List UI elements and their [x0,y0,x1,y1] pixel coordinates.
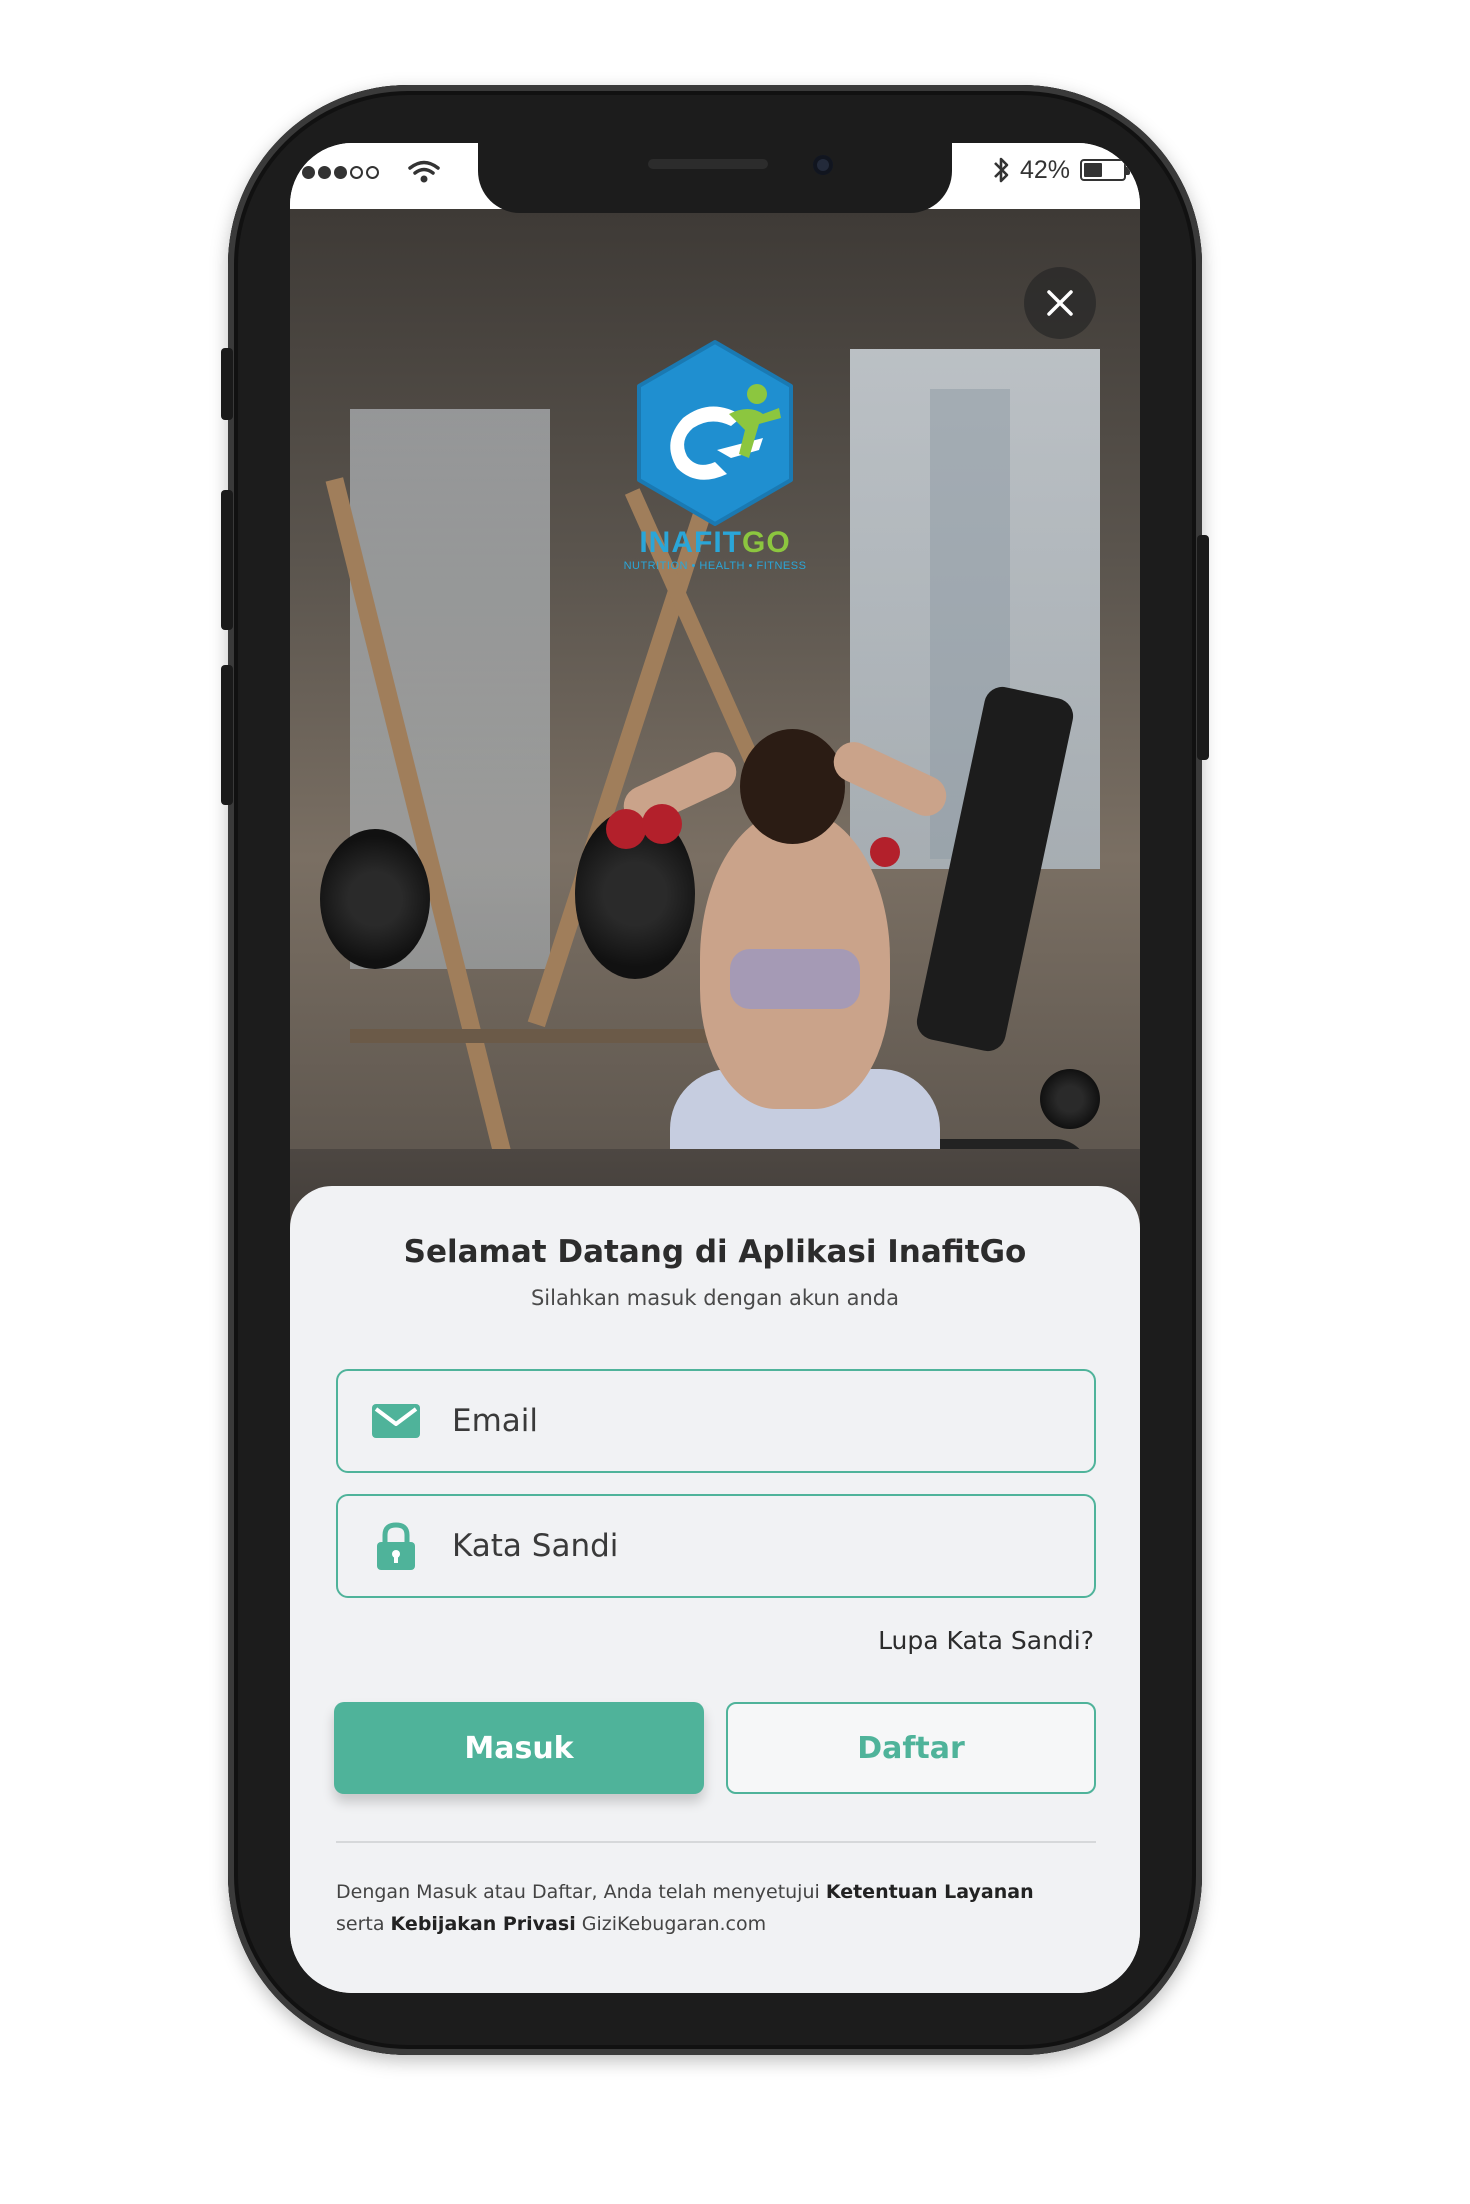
bluetooth-icon [994,157,1009,183]
volume-up-button [221,490,233,630]
notch [478,143,952,213]
terms-text: Dengan Masuk atau Daftar, Anda telah men… [336,1881,1034,1935]
password-field[interactable] [336,1494,1096,1598]
privacy-policy-link[interactable]: Kebijakan Privasi [391,1913,576,1935]
logo-tagline: NUTRITION • HEALTH • FITNESS [623,560,807,572]
password-input[interactable] [450,1527,1054,1565]
speaker [648,159,768,169]
close-button[interactable] [1024,267,1096,339]
volume-down-button [221,665,233,805]
welcome-title: Selamat Datang di Aplikasi InafitGo [403,1234,1027,1270]
lock-icon [370,1521,422,1571]
battery-icon [1080,159,1130,181]
login-card: Selamat Datang di Aplikasi InafitGo Sila… [290,1186,1140,1993]
silent-switch [221,348,233,420]
terms-of-service-link[interactable]: Ketentuan Layanan [826,1881,1034,1903]
close-icon [1047,290,1073,316]
app-logo: INAFITGO NUTRITION • HEALTH • FITNESS [613,338,817,618]
divider [336,1841,1096,1843]
camera [813,155,833,175]
status-left [302,159,441,185]
mail-icon [370,1403,422,1439]
status-right: 42% [992,155,1130,185]
register-button[interactable]: Daftar [726,1702,1096,1794]
email-input[interactable] [450,1402,1054,1440]
email-field[interactable] [336,1369,1096,1473]
phone-screen: 42% INAFITGO NUTRITION • HEALTH • FITNES… [290,143,1140,1993]
power-button [1197,535,1209,760]
battery-percentage: 42% [1019,155,1070,184]
forgot-password-link[interactable]: Lupa Kata Sandi? [878,1626,1094,1655]
logo-icon [637,340,793,526]
login-button[interactable]: Masuk [334,1702,704,1794]
welcome-subtitle: Silahkan masuk dengan akun anda [530,1286,900,1310]
logo-wordmark: INAFITGO [639,526,791,559]
signal-icon [302,165,379,179]
wifi-icon [408,160,440,183]
